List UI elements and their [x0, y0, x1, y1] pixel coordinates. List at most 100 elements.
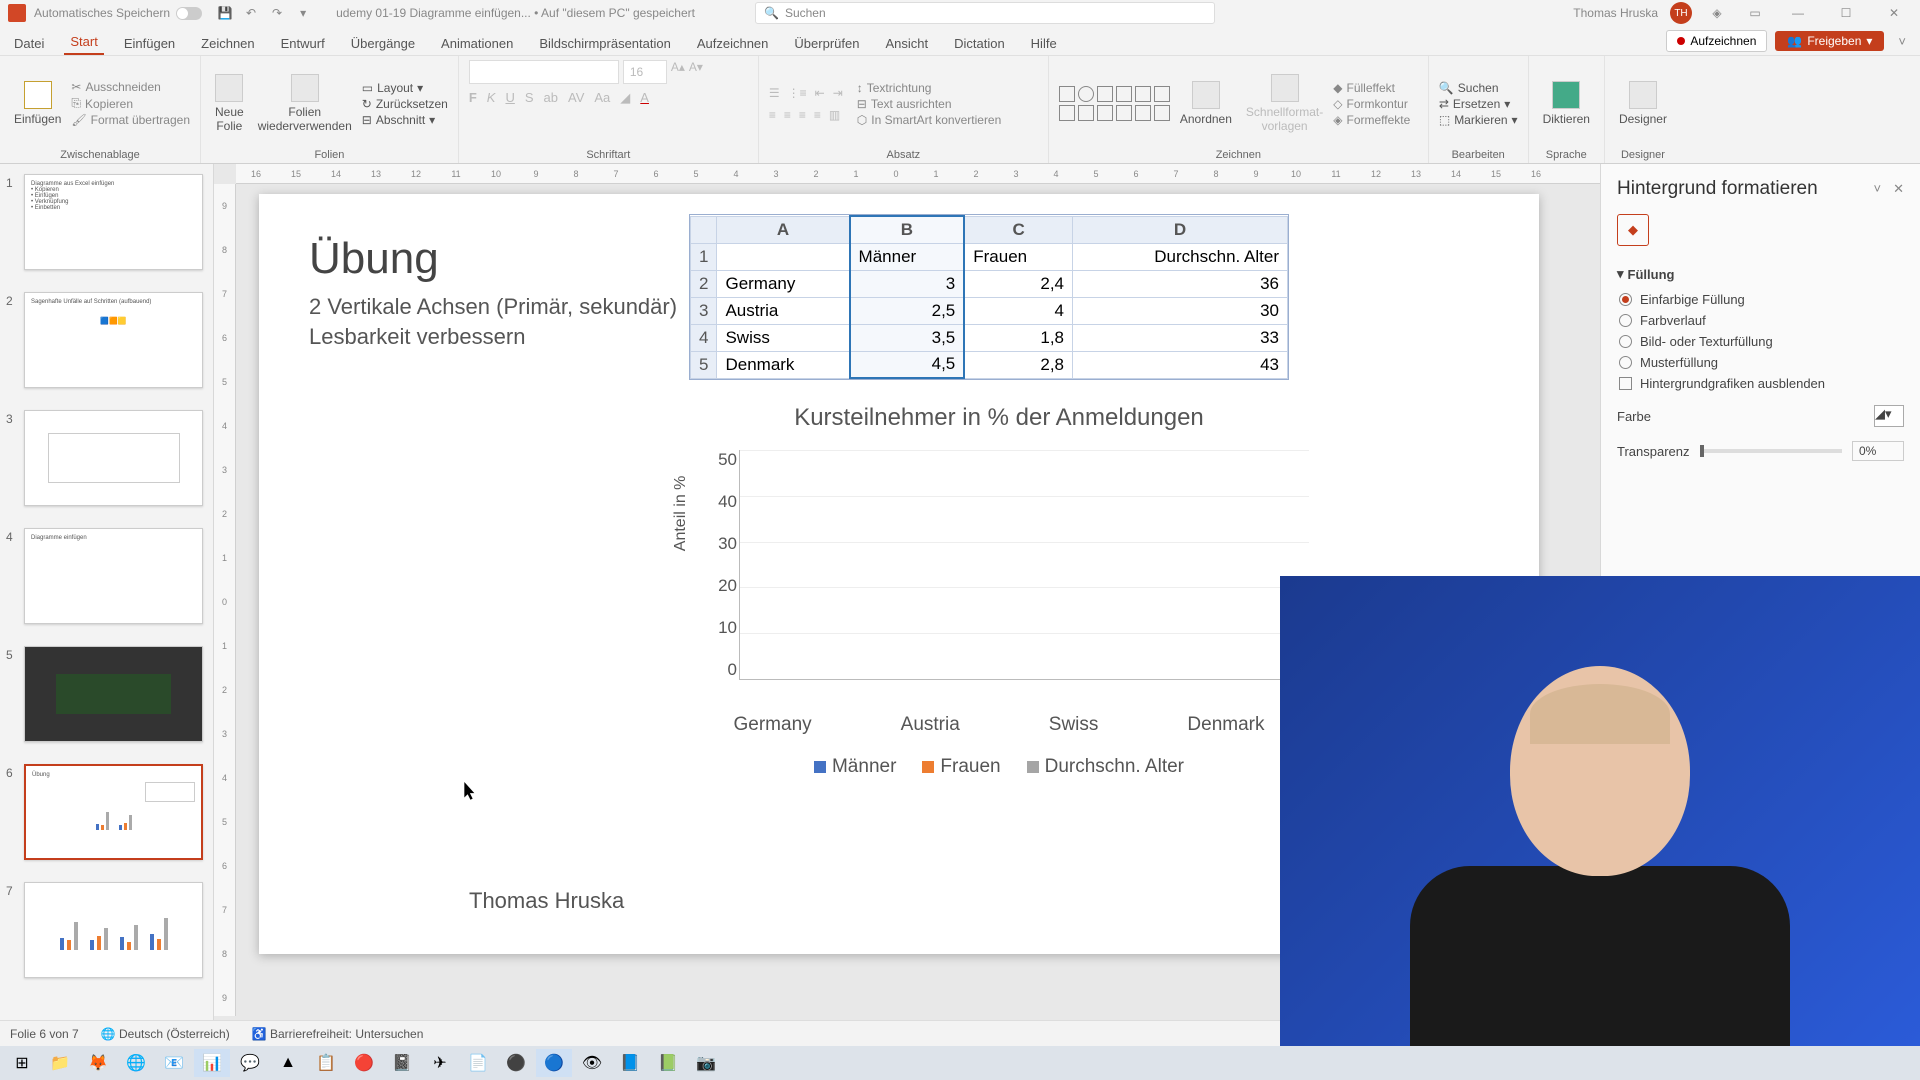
radio-picture-fill[interactable]: Bild- oder Texturfüllung	[1619, 334, 1902, 349]
copy-button[interactable]: ⎘ Kopieren	[71, 96, 190, 111]
excel-table[interactable]: A B C D 1 Männer Frauen Durchschn. Alter…	[689, 214, 1289, 380]
indent-inc-icon[interactable]: ⇥	[833, 86, 843, 100]
underline-button[interactable]: U	[505, 90, 514, 106]
minimize-button[interactable]: —	[1780, 0, 1816, 26]
font-size-dropdown[interactable]: 16	[623, 60, 667, 84]
font-family-dropdown[interactable]	[469, 60, 619, 84]
shape-fill-button[interactable]: ◆ Fülleffekt	[1333, 81, 1410, 95]
firefox-icon[interactable]: 🦊	[80, 1049, 116, 1077]
tab-einfuegen[interactable]: Einfügen	[118, 32, 181, 55]
paste-button[interactable]: Einfügen	[10, 79, 65, 128]
tab-start[interactable]: Start	[64, 30, 103, 55]
tab-entwurf[interactable]: Entwurf	[275, 32, 331, 55]
select-button[interactable]: ⬚ Markieren ▾	[1439, 113, 1518, 127]
record-button[interactable]: Aufzeichnen	[1666, 30, 1767, 52]
color-picker[interactable]: ◢▾	[1874, 405, 1904, 427]
strike-button[interactable]: S	[525, 90, 534, 106]
format-painter-button[interactable]: 🖌 Format übertragen	[71, 113, 190, 127]
align-text-button[interactable]: ⊟ Text ausrichten	[857, 97, 1002, 111]
radio-gradient-fill[interactable]: Farbverlauf	[1619, 313, 1902, 328]
save-icon[interactable]: 💾	[216, 4, 234, 22]
tab-bildschirmpraesentation[interactable]: Bildschirmpräsentation	[533, 32, 677, 55]
maximize-button[interactable]: ☐	[1828, 0, 1864, 26]
shapes-gallery[interactable]	[1059, 86, 1170, 121]
decrease-font-icon[interactable]: A▾	[689, 60, 703, 84]
shadow-button[interactable]: ab	[544, 90, 558, 106]
user-avatar[interactable]: TH	[1670, 2, 1692, 24]
table-corner[interactable]	[691, 216, 717, 243]
slide-thumb-6[interactable]: Übung	[24, 764, 203, 860]
tab-datei[interactable]: Datei	[8, 32, 50, 55]
cut-button[interactable]: ✂ Ausschneiden	[71, 80, 190, 94]
onenote-icon[interactable]: 📓	[384, 1049, 420, 1077]
slide-thumb-4[interactable]: Diagramme einfügen	[24, 528, 203, 624]
close-button[interactable]: ✕	[1876, 0, 1912, 26]
italic-button[interactable]: K	[487, 90, 496, 106]
chrome-icon[interactable]: 🌐	[118, 1049, 154, 1077]
language-indicator[interactable]: 🌐 Deutsch (Österreich)	[101, 1027, 230, 1041]
case-button[interactable]: Aa	[594, 90, 610, 106]
slide-thumb-3[interactable]	[24, 410, 203, 506]
text-direction-button[interactable]: ↕ Textrichtung	[857, 81, 1002, 95]
transparency-slider[interactable]	[1700, 449, 1843, 453]
slide-thumb-5[interactable]	[24, 646, 203, 742]
app4-icon[interactable]: 📄	[460, 1049, 496, 1077]
slide-thumb-7[interactable]	[24, 882, 203, 978]
align-center-icon[interactable]: ≡	[784, 108, 791, 122]
highlight-button[interactable]: ◢	[620, 90, 630, 106]
tab-ansicht[interactable]: Ansicht	[879, 32, 934, 55]
new-slide-button[interactable]: Neue Folie	[211, 72, 248, 135]
pane-close-icon[interactable]: ✕	[1893, 181, 1904, 197]
checkbox-hide-bg-graphics[interactable]: Hintergrundgrafiken ausblenden	[1619, 376, 1902, 391]
chart[interactable]: Kursteilnehmer in % der Anmeldungen Ante…	[689, 404, 1309, 778]
start-button[interactable]: ⊞	[4, 1049, 40, 1077]
radio-solid-fill[interactable]: Einfarbige Füllung	[1619, 292, 1902, 307]
quick-styles-button[interactable]: Schnellformat- vorlagen	[1242, 72, 1327, 135]
ribbon-mode-icon[interactable]: ▭	[1746, 4, 1764, 22]
transparency-value[interactable]: 0%	[1852, 441, 1904, 461]
fill-category-icon[interactable]: ◆	[1617, 214, 1649, 246]
explorer-icon[interactable]: 📁	[42, 1049, 78, 1077]
autosave-toggle[interactable]	[176, 7, 202, 20]
indent-dec-icon[interactable]: ⇤	[815, 86, 825, 100]
designer-button[interactable]: Designer	[1615, 79, 1671, 128]
telegram-icon[interactable]: ✈	[422, 1049, 458, 1077]
vlc-icon[interactable]: ▲	[270, 1049, 306, 1077]
columns-icon[interactable]: ▥	[829, 108, 840, 122]
app6-icon[interactable]: 👁	[574, 1049, 610, 1077]
smartart-button[interactable]: ⬡ In SmartArt konvertieren	[857, 113, 1002, 127]
spacing-button[interactable]: AV	[568, 90, 584, 106]
numbering-icon[interactable]: ⋮≡	[788, 86, 807, 100]
qat-more-icon[interactable]: ▾	[294, 4, 312, 22]
dictate-button[interactable]: Diktieren	[1539, 79, 1594, 128]
tab-zeichnen[interactable]: Zeichnen	[195, 32, 260, 55]
slide-thumb-2[interactable]: Sagenhafte Unfälle auf Schritten (aufbau…	[24, 292, 203, 388]
fill-section-header[interactable]: ▾Füllung	[1617, 266, 1904, 282]
share-button[interactable]: 👥Freigeben▾	[1775, 31, 1884, 51]
app3-icon[interactable]: 🔴	[346, 1049, 382, 1077]
collapse-ribbon-icon[interactable]: ˅	[1892, 34, 1912, 49]
search-box[interactable]: 🔍 Suchen	[755, 2, 1215, 24]
tab-ueberpruefen[interactable]: Überprüfen	[788, 32, 865, 55]
font-color-button[interactable]: A	[640, 90, 649, 106]
slide-thumb-1[interactable]: Diagramme aus Excel einfügen• Kopieren• …	[24, 174, 203, 270]
bullets-icon[interactable]: ☰	[769, 86, 780, 100]
reuse-slides-button[interactable]: Folien wiederverwenden	[254, 72, 356, 135]
tab-hilfe[interactable]: Hilfe	[1025, 32, 1063, 55]
find-button[interactable]: 🔍 Suchen	[1439, 81, 1518, 95]
bold-button[interactable]: F	[469, 90, 477, 106]
tab-dictation[interactable]: Dictation	[948, 32, 1011, 55]
layout-button[interactable]: ▭ Layout ▾	[362, 81, 448, 95]
reset-button[interactable]: ↻ Zurücksetzen	[362, 97, 448, 111]
tab-animationen[interactable]: Animationen	[435, 32, 519, 55]
app-icon[interactable]: 💬	[232, 1049, 268, 1077]
word-icon[interactable]: 📘	[612, 1049, 648, 1077]
accessibility-check[interactable]: ♿ Barrierefreiheit: Untersuchen	[252, 1027, 424, 1041]
shape-outline-button[interactable]: ◇ Formkontur	[1333, 97, 1410, 111]
increase-font-icon[interactable]: A▴	[671, 60, 685, 84]
outlook-icon[interactable]: 📧	[156, 1049, 192, 1077]
align-right-icon[interactable]: ≡	[799, 108, 806, 122]
app2-icon[interactable]: 📋	[308, 1049, 344, 1077]
pane-options-icon[interactable]: ˅	[1874, 181, 1882, 197]
coming-soon-icon[interactable]: ◈	[1708, 4, 1726, 22]
